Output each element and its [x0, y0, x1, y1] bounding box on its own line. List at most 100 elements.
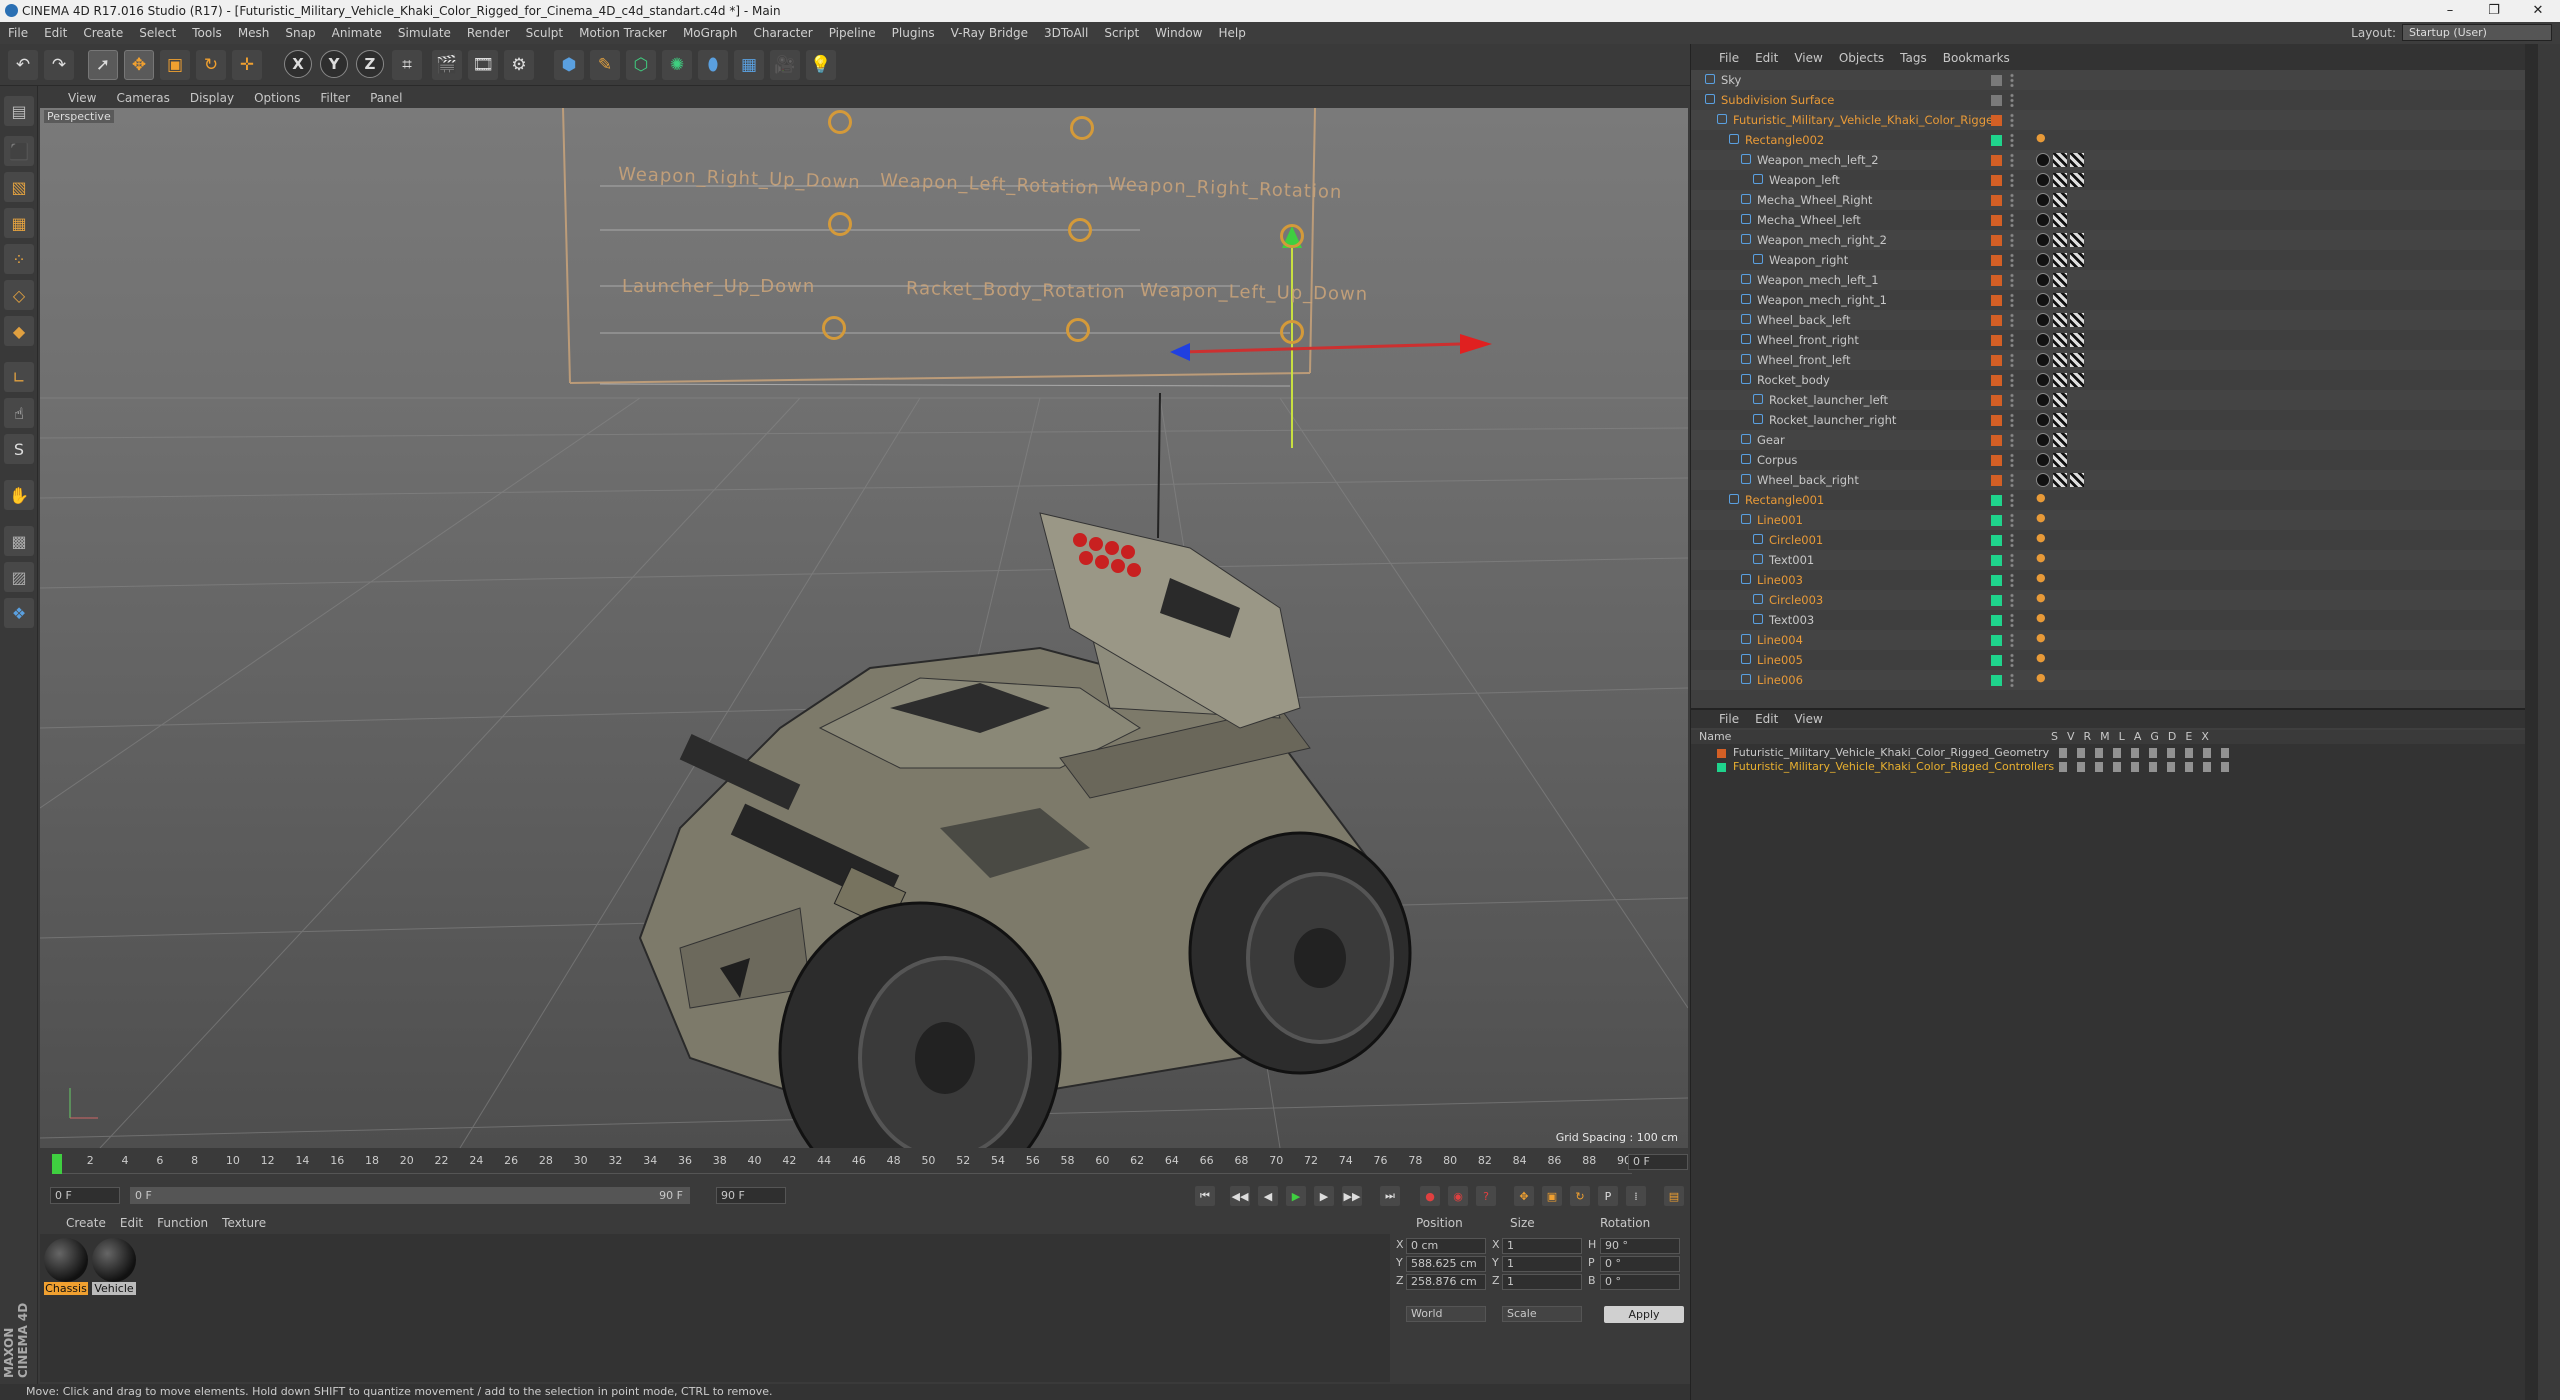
visibility-dots-icon[interactable]: [2009, 93, 2015, 107]
close-button[interactable]: ✕: [2516, 0, 2560, 22]
layer-color-swatch[interactable]: [1991, 115, 2002, 126]
minimize-button[interactable]: –: [2428, 0, 2472, 22]
material-tag-icon[interactable]: [2036, 333, 2050, 347]
layer-color-swatch[interactable]: [1991, 455, 2002, 466]
layer-color-swatch[interactable]: [1991, 175, 2002, 186]
make-editable-icon[interactable]: ▤: [4, 96, 34, 126]
texture-tag-icon[interactable]: [2053, 213, 2067, 227]
object-row[interactable]: Line006 ●: [1691, 670, 2526, 690]
object-menu-item[interactable]: Bookmarks: [1943, 51, 2010, 65]
object-row[interactable]: Wheel_back_left: [1691, 310, 2526, 330]
texture-tag-icon[interactable]: [2053, 273, 2067, 287]
menu-item[interactable]: Motion Tracker: [579, 26, 667, 40]
layer-color-swatch[interactable]: [1991, 575, 2002, 586]
object-row[interactable]: Rocket_launcher_right: [1691, 410, 2526, 430]
object-row[interactable]: Circle001 ●: [1691, 530, 2526, 550]
visibility-dots-icon[interactable]: [2009, 313, 2015, 327]
layer-color-swatch[interactable]: [1717, 749, 1726, 758]
size-field[interactable]: 1: [1502, 1256, 1582, 1272]
visibility-dots-icon[interactable]: [2009, 173, 2015, 187]
visibility-dots-icon[interactable]: [2009, 513, 2015, 527]
layer-color-swatch[interactable]: [1991, 355, 2002, 366]
material-tag-icon[interactable]: [2036, 413, 2050, 427]
visibility-dots-icon[interactable]: [2009, 453, 2015, 467]
menu-item[interactable]: Mesh: [238, 26, 270, 40]
object-row[interactable]: Rocket_body: [1691, 370, 2526, 390]
rotation-field[interactable]: 0 °: [1600, 1256, 1680, 1272]
subdivision-icon[interactable]: ⬡: [626, 50, 656, 80]
material-tag-icon[interactable]: [2036, 253, 2050, 267]
key-pla-icon[interactable]: ⁞: [1626, 1186, 1646, 1206]
visibility-dots-icon[interactable]: [2009, 353, 2015, 367]
position-field[interactable]: 258.876 cm: [1406, 1274, 1486, 1290]
texture-tag-icon[interactable]: [2053, 413, 2067, 427]
coordinate-system-icon[interactable]: ⌗: [392, 50, 422, 80]
position-field[interactable]: 588.625 cm: [1406, 1256, 1486, 1272]
layer-color-swatch[interactable]: [1991, 475, 2002, 486]
visibility-dots-icon[interactable]: [2009, 593, 2015, 607]
object-row[interactable]: Line003 ●: [1691, 570, 2526, 590]
menu-item[interactable]: MoGraph: [683, 26, 738, 40]
timeline-ruler[interactable]: 0246810121416182022242628303234363840424…: [52, 1154, 1632, 1174]
visibility-dots-icon[interactable]: [2009, 273, 2015, 287]
polygons-mode-icon[interactable]: ◆: [4, 316, 34, 346]
layer-color-swatch[interactable]: [1991, 155, 2002, 166]
material-menu-item[interactable]: Edit: [120, 1216, 143, 1230]
object-row[interactable]: Sky: [1691, 70, 2526, 90]
material-tag-icon[interactable]: [2036, 273, 2050, 287]
object-row[interactable]: Mecha_Wheel_Right: [1691, 190, 2526, 210]
object-row[interactable]: Weapon_right: [1691, 250, 2526, 270]
record-icon[interactable]: ●: [1420, 1186, 1440, 1206]
material-tag-icon[interactable]: [2036, 293, 2050, 307]
coord-mode-dropdown[interactable]: World: [1406, 1306, 1486, 1322]
layer-color-swatch[interactable]: [1991, 595, 2002, 606]
material-tag-icon[interactable]: [2036, 373, 2050, 387]
viewport-menu-item[interactable]: Filter: [320, 91, 350, 105]
layer-icon[interactable]: ▨: [4, 562, 34, 592]
texture-tag-icon[interactable]: [2053, 353, 2067, 367]
texture-tag-icon[interactable]: [2070, 253, 2084, 267]
texture-tag-icon[interactable]: [2070, 333, 2084, 347]
material-tag-icon[interactable]: [2036, 473, 2050, 487]
end-frame-field[interactable]: 90 F: [716, 1187, 786, 1204]
visibility-dots-icon[interactable]: [2009, 293, 2015, 307]
object-menu-item[interactable]: View: [1794, 51, 1822, 65]
visibility-dots-icon[interactable]: [2009, 573, 2015, 587]
layer-color-swatch[interactable]: [1991, 435, 2002, 446]
menu-item[interactable]: Character: [753, 26, 812, 40]
layer-color-swatch[interactable]: [1991, 235, 2002, 246]
viewport-menu-item[interactable]: Options: [254, 91, 300, 105]
rig-circle-icon[interactable]: [828, 212, 852, 236]
rig-circle-icon[interactable]: [822, 316, 846, 340]
keyframe-selection-icon[interactable]: ?: [1476, 1186, 1496, 1206]
prev-frame-icon[interactable]: ◀: [1258, 1186, 1278, 1206]
recent-tool-icon[interactable]: ✛: [232, 50, 262, 80]
visibility-dots-icon[interactable]: [2009, 393, 2015, 407]
object-row[interactable]: Rectangle002 ●: [1691, 130, 2526, 150]
layer-menu-item[interactable]: File: [1719, 712, 1739, 726]
texture-tag-icon[interactable]: [2053, 393, 2067, 407]
visibility-dots-icon[interactable]: [2009, 493, 2015, 507]
tag-dots-icon[interactable]: ●: [2036, 512, 2046, 523]
layer-color-swatch[interactable]: [1991, 335, 2002, 346]
layer-color-swatch[interactable]: [1991, 75, 2002, 86]
object-menu-item[interactable]: Tags: [1900, 51, 1927, 65]
current-frame-field[interactable]: 0 F: [1628, 1154, 1688, 1170]
texture-tag-icon[interactable]: [2053, 433, 2067, 447]
tag-dots-icon[interactable]: ●: [2036, 132, 2046, 143]
points-mode-icon[interactable]: ⁘: [4, 244, 34, 274]
object-row[interactable]: Wheel_back_right: [1691, 470, 2526, 490]
workplane-icon[interactable]: ▦: [4, 208, 34, 238]
texture-tag-icon[interactable]: [2070, 353, 2084, 367]
layer-row[interactable]: Futuristic_Military_Vehicle_Khaki_Color_…: [1691, 760, 2526, 774]
viewport-menu-item[interactable]: Display: [190, 91, 234, 105]
axis-mode-icon[interactable]: ∟: [4, 362, 34, 392]
key-scale-icon[interactable]: ▣: [1542, 1186, 1562, 1206]
visibility-dots-icon[interactable]: [2009, 233, 2015, 247]
visibility-dots-icon[interactable]: [2009, 673, 2015, 687]
object-row[interactable]: Rectangle001 ●: [1691, 490, 2526, 510]
layer-color-swatch[interactable]: [1991, 555, 2002, 566]
menu-item[interactable]: Animate: [332, 26, 382, 40]
texture-mode-icon[interactable]: ▧: [4, 172, 34, 202]
material-tag-icon[interactable]: [2036, 233, 2050, 247]
